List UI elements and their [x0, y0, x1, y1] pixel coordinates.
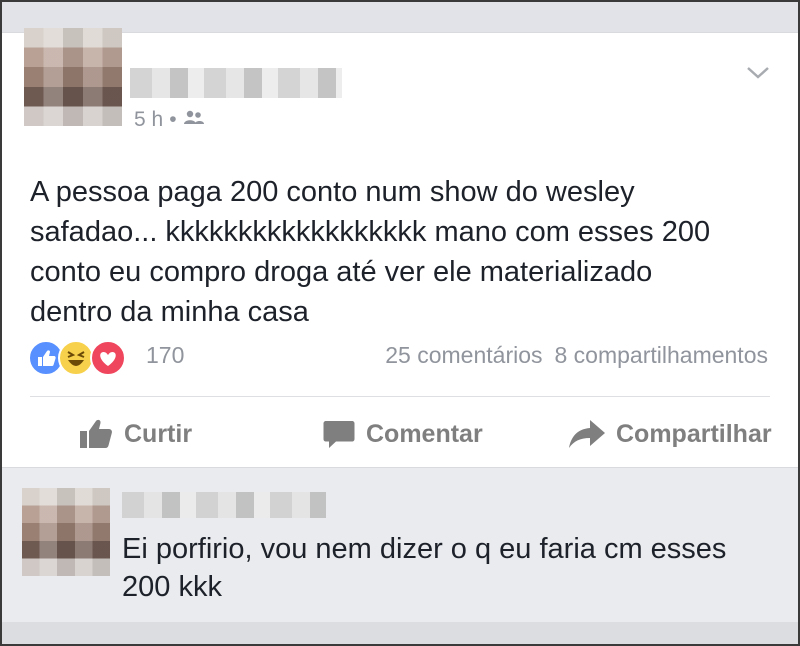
reaction-count[interactable]: 170 — [146, 342, 184, 369]
like-button[interactable]: Curtir — [78, 412, 192, 456]
comment-bubble-icon — [323, 421, 355, 448]
comment-text: Ei porfirio, vou nem dizer o q eu faria … — [122, 533, 727, 603]
love-reaction-icon — [90, 340, 126, 376]
thumbs-up-icon — [80, 419, 112, 448]
meta-separator: • — [169, 108, 177, 131]
post-meta: 5 h • — [134, 108, 205, 132]
post-actions-bar: Curtir Comentar Compartilhar — [2, 412, 798, 456]
screenshot-frame: 5 h • A pessoa paga 200 conto num show do… — [0, 0, 800, 646]
post-text: A pessoa paga 200 conto num show do wesl… — [30, 176, 711, 328]
actions-divider — [30, 396, 770, 397]
post-timestamp[interactable]: 5 h — [134, 108, 163, 131]
share-button[interactable]: Compartilhar — [568, 412, 772, 456]
chevron-down-icon[interactable] — [744, 62, 772, 82]
haha-reaction-icon — [58, 340, 94, 376]
share-label: Compartilhar — [616, 419, 772, 448]
friends-icon — [183, 108, 205, 132]
like-label: Curtir — [124, 419, 193, 448]
bottom-separator — [2, 622, 798, 644]
shares-count-link[interactable]: 8 compartilhamentos — [555, 342, 769, 368]
comment-button[interactable]: Comentar — [322, 412, 483, 456]
share-arrow-icon — [569, 420, 605, 448]
post-author-avatar[interactable] — [24, 28, 122, 126]
engagement-counts: 25 comentários 8 compartilhamentos — [385, 342, 768, 369]
post-author-name-blurred[interactable] — [130, 68, 342, 98]
commenter-name-blurred[interactable] — [122, 492, 326, 518]
commenter-avatar[interactable] — [22, 488, 110, 576]
comment-label: Comentar — [366, 419, 483, 448]
comments-count-link[interactable]: 25 comentários — [385, 342, 542, 368]
